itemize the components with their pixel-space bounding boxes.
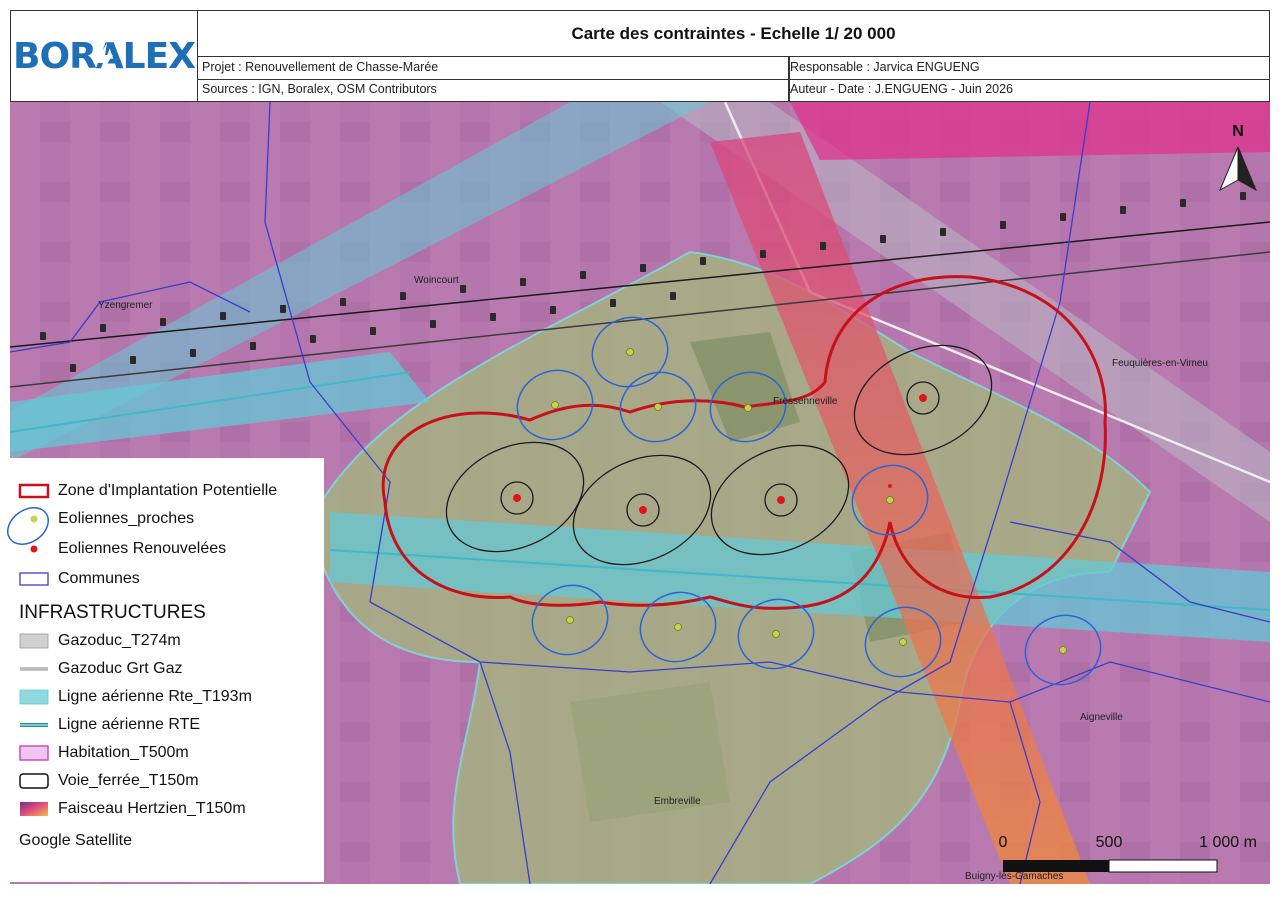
legend-label: Gazoduc Grt Gaz [58,660,183,677]
projet-label: Projet : Renouvellement de Chasse-Marée [202,60,439,74]
place-buigny: Buigny-lès-Gamaches [965,871,1063,882]
legend-label: Habitation_T500m [58,744,189,761]
scale-tick-500: 500 [1096,834,1123,851]
gazoduc-grt-swatch-icon [18,660,50,678]
habitation-zone-top [790,102,1270,160]
map-legend: Zone d'Implantation Potentielle Eolienne… [7,458,324,882]
place-woincourt: Woincourt [414,275,459,286]
legend-item-ligne-rte: Ligne aérienne RTE [18,714,200,736]
legend-item-faisceau: Faisceau Hertzien_T150m [18,798,246,820]
lightning-icon [95,43,113,79]
place-aigneville: Aigneville [1080,712,1123,723]
legend-item-gazoduc-t274: Gazoduc_T274m [18,630,181,652]
scale-tick-1000: 1 000 m [1199,834,1257,851]
responsable-label: Responsable : Jarvica ENGUENG [790,60,980,74]
field-parcel [570,682,730,822]
legend-label: Communes [58,570,140,587]
place-fressenneville: Fressenneville [773,396,838,407]
info-row-projet: Projet : Renouvellement de Chasse-Marée … [198,57,1269,80]
communes-swatch-icon [18,570,50,588]
legend-item-habitation: Habitation_T500m [18,742,189,764]
map-header: BORALEX Carte des contraintes - Echelle … [10,10,1270,102]
legend-label: Zone d'Implantation Potentielle [58,482,278,499]
boralex-logo: BORALEX [11,11,198,101]
place-embreville: Embreville [654,796,701,807]
ligne-rte-swatch-icon [18,716,50,734]
info-row-sources: Sources : IGN, Boralex, OSM Contributors… [198,79,1269,101]
place-yzengremer: Yzengremer [98,300,153,311]
legend-label: Ligne aérienne Rte_T193m [58,688,252,705]
ligne-rte-t193-swatch-icon [18,688,50,706]
header-divider [788,57,790,101]
legend-item-communes: Communes [18,568,140,590]
legend-label: Gazoduc_T274m [58,632,181,649]
legend-label: Eoliennes_proches [58,510,195,527]
legend-heading-infrastructures: INFRASTRUCTURES [19,602,206,623]
legend-label: Voie_ferrée_T150m [58,772,199,789]
map-title: Carte des contraintes - Echelle 1/ 20 00… [198,11,1269,57]
eol-buffer-swatch-icon [7,507,49,545]
legend-item-voie-ferree: Voie_ferrée_T150m [18,770,199,792]
legend-item-gazoduc-grt: Gazoduc Grt Gaz [18,658,183,680]
habitation-swatch-icon [18,744,50,762]
gazoduc-t274-swatch-icon [18,632,50,650]
legend-item-zip: Zone d'Implantation Potentielle [18,480,277,502]
legend-basemap-label: Google Satellite [19,832,132,849]
place-feuquieres: Feuquières-en-Vimeu [1112,358,1208,369]
legend-label: Faisceau Hertzien_T150m [58,800,246,817]
voie-ferree-swatch-icon [18,772,50,790]
legend-item-ligne-rte-t193: Ligne aérienne Rte_T193m [18,686,252,708]
sources-label: Sources : IGN, Boralex, OSM Contributors [202,82,437,96]
north-label: N [1232,123,1244,140]
legend-label: Eoliennes Renouvelées [58,540,227,557]
auteur-date-label: Auteur - Date : J.ENGUENG - Juin 2026 [790,82,1014,96]
scale-tick-0: 0 [999,834,1008,851]
legend-label: Ligne aérienne RTE [58,716,201,733]
faisceau-swatch-icon [18,800,50,818]
